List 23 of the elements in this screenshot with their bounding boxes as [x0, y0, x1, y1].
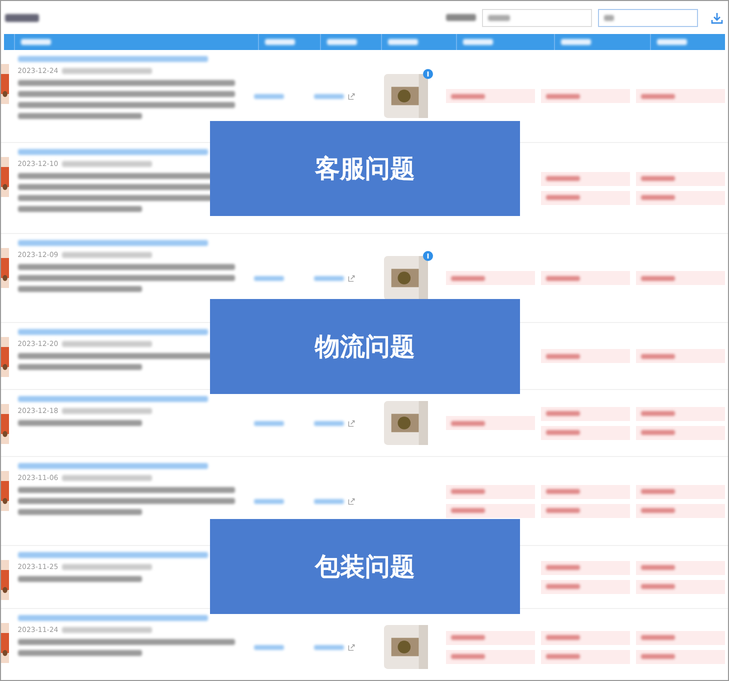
external-link-icon[interactable]: [348, 498, 355, 504]
search-field[interactable]: [482, 8, 592, 26]
blurred-text: [254, 276, 284, 280]
external-link-icon[interactable]: [348, 92, 355, 100]
blurred-text: [254, 644, 284, 650]
blurred-text: [314, 276, 344, 280]
blurred-text: [446, 14, 476, 21]
external-link-icon[interactable]: [348, 420, 355, 426]
download-icon[interactable]: [710, 10, 724, 24]
input-field[interactable]: [598, 8, 698, 26]
blurred-text: [314, 94, 344, 98]
blurred-text: [5, 14, 39, 22]
blurred-text: [254, 420, 284, 426]
blurred-text: [314, 498, 344, 504]
category-label: 包装问题: [315, 551, 415, 583]
blurred-text: [314, 644, 344, 650]
category-label: 客服问题: [315, 153, 415, 185]
category-label: 物流问题: [315, 331, 415, 363]
blurred-text: [314, 420, 344, 426]
external-link-icon[interactable]: [348, 644, 355, 650]
blurred-text: [254, 498, 284, 504]
blurred-text: [254, 94, 284, 98]
external-link-icon[interactable]: [348, 274, 355, 282]
